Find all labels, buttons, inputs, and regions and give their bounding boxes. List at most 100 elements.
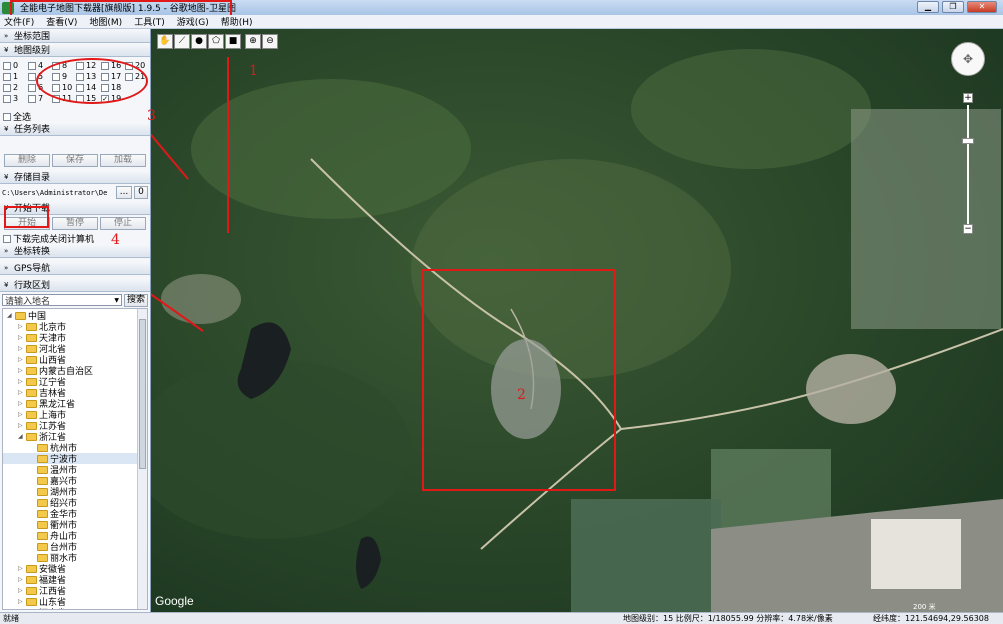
save-button[interactable]: 保存 (52, 154, 98, 167)
zoom-out-icon[interactable]: ⊖ (262, 34, 278, 49)
menu-file[interactable]: 文件(F) (4, 15, 34, 28)
tree-item[interactable]: ▷ 河南省 (3, 606, 147, 610)
tree-item[interactable]: ◢ 中国 (3, 310, 147, 322)
open-folder-button[interactable]: 0 (134, 186, 148, 199)
expand-icon[interactable]: ▷ (18, 598, 26, 605)
map-view[interactable]: ✋ ⟋ ● ⬠ ■ ⊕ ⊖ ✥ + − Google 200 米 1 2 (151, 29, 1003, 612)
search-input[interactable]: 请输入地名 ▼ (2, 294, 122, 307)
section-gps-nav[interactable]: » GPS导航 (0, 261, 150, 275)
zoom-slider-thumb[interactable] (962, 138, 974, 144)
polyline-icon[interactable]: ⟋ (174, 34, 190, 49)
section-admin[interactable]: ¥ 行政区划 (0, 278, 150, 292)
level-option-0[interactable]: 0 (3, 61, 18, 70)
level-option-3[interactable]: 3 (3, 94, 18, 103)
expand-icon[interactable]: ▷ (18, 565, 26, 572)
menu-help[interactable]: 帮助(H) (221, 15, 253, 28)
section-task-list[interactable]: ¥ 任务列表 (0, 122, 150, 136)
folder-icon (26, 432, 37, 441)
folder-icon (37, 476, 48, 485)
shutdown-row: 下载完成关闭计算机 (0, 233, 150, 245)
tree-item[interactable]: ▷ 天津市 (3, 332, 147, 344)
expand-icon[interactable]: ▷ (18, 587, 26, 594)
zoom-slider-track[interactable] (967, 105, 969, 225)
folder-icon (26, 344, 37, 353)
chevron-icon: » (4, 263, 9, 272)
dropdown-arrow-icon: ▼ (114, 296, 119, 304)
level-checkbox[interactable] (28, 72, 36, 81)
tree-item[interactable]: ▷ 上海市 (3, 409, 147, 421)
expand-icon[interactable]: ▷ (18, 389, 26, 396)
level-checkbox[interactable] (28, 83, 36, 92)
section-map-level[interactable]: ¥ 地图级别 (0, 43, 150, 57)
tree-item[interactable]: ▷ 山东省 (3, 596, 147, 608)
tree-item[interactable]: ▷ 河北省 (3, 343, 147, 355)
expand-icon[interactable]: ▷ (18, 356, 26, 363)
level-checkbox[interactable] (28, 61, 36, 70)
level-checkbox[interactable] (28, 94, 36, 103)
expand-icon[interactable]: ▷ (18, 411, 26, 418)
pan-hand-icon[interactable]: ✋ (157, 34, 173, 49)
level-option-2[interactable]: 2 (3, 83, 18, 92)
load-button[interactable]: 加载 (100, 154, 146, 167)
tree-item[interactable]: ▷ 辽宁省 (3, 376, 147, 388)
tree-item[interactable]: ▷ 江苏省 (3, 420, 147, 432)
tree-item[interactable]: ▷ 北京市 (3, 321, 147, 333)
tree-item[interactable]: ▷ 内蒙古自治区 (3, 365, 147, 377)
expand-icon[interactable]: ▷ (18, 334, 26, 341)
tree-item[interactable]: ▷ 福建省 (3, 574, 147, 586)
tree-item[interactable]: 丽水市 (3, 552, 147, 564)
expand-icon[interactable]: ▷ (18, 422, 26, 429)
tree-item[interactable]: ▷ 黑龙江省 (3, 398, 147, 410)
level-checkbox[interactable] (3, 61, 11, 70)
folder-icon (37, 509, 48, 518)
level-option-7[interactable]: 7 (28, 94, 43, 103)
expand-icon[interactable]: ▷ (18, 323, 26, 330)
stop-button[interactable]: 停止 (100, 217, 146, 230)
folder-icon (37, 553, 48, 562)
minimize-button[interactable]: ▁ (917, 1, 939, 13)
menu-tools[interactable]: 工具(T) (134, 15, 165, 28)
select-all-checkbox[interactable] (3, 112, 11, 121)
rectangle-icon[interactable]: ■ (225, 34, 241, 49)
expand-icon[interactable]: ▷ (18, 345, 26, 352)
pause-button[interactable]: 暂停 (52, 217, 98, 230)
level-option-4[interactable]: 4 (28, 61, 43, 70)
level-option-1[interactable]: 1 (3, 72, 18, 81)
maximize-button[interactable]: ❐ (942, 1, 964, 13)
polygon-icon[interactable]: ⬠ (208, 34, 224, 49)
tree-scrollbar[interactable] (137, 309, 147, 609)
browse-button[interactable]: ... (116, 186, 132, 199)
expand-icon[interactable]: ▷ (18, 378, 26, 385)
menu-game[interactable]: 游戏(G) (177, 15, 209, 28)
expand-icon[interactable]: ▷ (18, 609, 26, 610)
menu-map[interactable]: 地图(M) (89, 15, 122, 28)
section-coord-convert[interactable]: » 坐标转换 (0, 244, 150, 258)
expand-icon[interactable]: ▷ (18, 576, 26, 583)
collapse-icon[interactable]: ◢ (7, 312, 15, 319)
zoom-in-icon[interactable]: ⊕ (245, 34, 261, 49)
menu-view[interactable]: 查看(V) (46, 15, 77, 28)
tree-item[interactable]: ▷ 安徽省 (3, 563, 147, 575)
zoom-plus-button[interactable]: + (963, 93, 973, 103)
section-coord-range[interactable]: » 坐标范围 (0, 29, 150, 43)
tree-scrollbar-thumb[interactable] (139, 319, 146, 469)
folder-icon (26, 399, 37, 408)
folder-icon (26, 355, 37, 364)
level-checkbox[interactable] (3, 94, 11, 103)
expand-icon[interactable]: ▷ (18, 367, 26, 374)
collapse-icon[interactable]: ◢ (18, 433, 26, 440)
tree-item[interactable]: ▷ 江西省 (3, 585, 147, 597)
level-checkbox[interactable] (3, 72, 11, 81)
expand-icon[interactable]: ▷ (18, 400, 26, 407)
pan-control-icon[interactable]: ✥ (951, 42, 985, 76)
tree-item-label: 河南省 (39, 606, 66, 609)
close-button[interactable]: ✕ (967, 1, 997, 13)
zoom-minus-button[interactable]: − (963, 224, 973, 234)
shutdown-checkbox[interactable] (3, 234, 11, 243)
delete-button[interactable]: 删除 (4, 154, 50, 167)
point-icon[interactable]: ● (191, 34, 207, 49)
level-checkbox[interactable] (3, 83, 11, 92)
search-button[interactable]: 搜索 (124, 293, 148, 307)
section-save-dir[interactable]: ¥ 存储目录 (0, 170, 150, 184)
save-path-field[interactable]: C:\Users\Administrator\De (2, 189, 114, 197)
